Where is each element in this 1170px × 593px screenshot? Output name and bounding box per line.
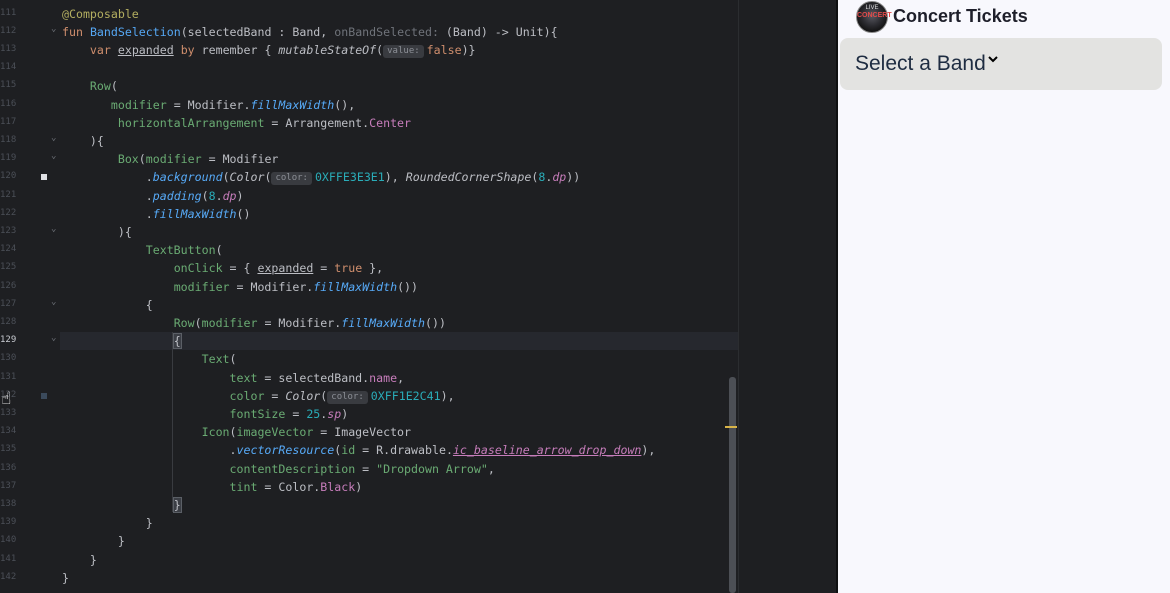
code-line[interactable]: fontSize = 25.sp) [62,405,349,423]
line-number: 120 [0,171,17,182]
line-number: 116 [0,98,17,109]
code-line[interactable]: ){ [62,132,104,150]
fold-chevron-icon[interactable]: ⌄ [51,224,56,234]
line-number: 124 [0,244,17,255]
code-line[interactable]: } [62,569,69,587]
line-number: 129 [0,335,17,346]
code-line[interactable]: .fillMaxWidth() [62,205,251,223]
code-line[interactable]: Box(modifier = Modifier [62,150,279,168]
code-line[interactable]: color = Color(color: 0XFF1E2C41), [62,387,455,405]
color-swatch-icon [41,174,47,181]
code-line[interactable]: onClick = { expanded = true }, [62,259,383,277]
fold-chevron-icon[interactable]: ⌄ [51,24,56,34]
line-number: 137 [0,480,17,491]
code-line[interactable]: fun BandSelection(selectedBand : Band, o… [62,23,558,41]
scrollbar-warning-marker [725,426,737,428]
code-line[interactable]: } [62,532,125,550]
line-number: 117 [0,116,17,127]
hand-cursor-icon: ☝ [1,389,12,409]
line-number: 140 [0,535,17,546]
line-number: 133 [0,407,17,418]
band-label: Select a Band [855,52,986,75]
color-swatch-icon [41,392,47,399]
code-line[interactable]: } [62,551,97,569]
code-line[interactable]: ){ [62,223,132,241]
code-line[interactable]: TextButton( [62,241,223,259]
fold-chevron-icon[interactable]: ⌄ [51,297,56,307]
line-number: 136 [0,462,17,473]
code-line[interactable]: .vectorResource(id = R.drawable.ic_basel… [62,441,656,459]
line-number: 131 [0,371,17,382]
editor-scrollbar[interactable] [729,377,736,593]
line-number: 121 [0,189,17,200]
code-line[interactable]: Row(modifier = Modifier.fillMaxWidth()) [62,314,446,332]
line-number: 130 [0,353,17,364]
line-number: 127 [0,298,17,309]
code-editor[interactable]: 111 112 ⌄ 113 114 115 116 117 118 ⌄ 119 ⌄ 120 121 122 1… [0,0,836,593]
logo-top-text: LIVE [865,5,879,11]
app-preview: LIVE CONCERT Concert Tickets Select a Ba… [836,0,1170,593]
line-number: 118 [0,134,17,145]
line-number: 111 [0,7,17,18]
code-line[interactable]: @Composable [62,5,139,23]
code-line[interactable]: .background(Color(color: 0XFFE3E3E1), Rou… [62,168,580,186]
line-number: 119 [0,153,17,164]
code-line[interactable]: Row( [62,77,118,95]
code-line[interactable]: var expanded by remember { mutableStateO… [62,41,476,59]
app-title: Concert Tickets [893,6,1028,26]
line-number: 134 [0,426,17,437]
code-area[interactable]: @Composable fun BandSelection(selectedBan… [62,0,738,593]
editor-right-margin [738,0,739,593]
code-line[interactable]: modifier = Modifier.fillMaxWidth(), [62,96,355,114]
line-number: 125 [0,262,17,273]
line-number: 139 [0,517,17,528]
code-line[interactable]: tint = Color.Black) [62,478,363,496]
line-number: 122 [0,207,17,218]
code-line[interactable]: text = selectedBand.name, [62,369,405,387]
code-line[interactable]: horizontalArrangement = Arrangement.Cent… [62,114,411,132]
code-line[interactable]: Text( [62,350,237,368]
concert-logo-icon: LIVE CONCERT [856,1,892,33]
code-line[interactable]: } [62,514,153,532]
fold-chevron-icon[interactable]: ⌄ [51,333,56,343]
line-number: 126 [0,280,17,291]
band-selection-box: Select a Band [840,38,1162,90]
line-number: 141 [0,553,17,564]
line-number: 138 [0,498,17,509]
line-number: 112 [0,25,17,36]
indent-guide [172,332,173,512]
line-number: 142 [0,571,17,582]
line-number: 114 [0,62,17,73]
line-number: 115 [0,80,17,91]
code-line[interactable]: { [62,332,182,350]
fold-chevron-icon[interactable]: ⌄ [51,151,56,161]
code-line[interactable]: { [62,296,153,314]
code-line[interactable]: .padding(8.dp) [62,187,244,205]
code-line[interactable]: Icon(imageVector = ImageVector [62,423,411,441]
line-number: 113 [0,43,17,54]
code-line[interactable]: modifier = Modifier.fillMaxWidth()) [62,278,418,296]
dropdown-arrow-icon [988,56,998,63]
logo-text: CONCERT [857,12,892,19]
line-number: 128 [0,316,17,327]
code-line[interactable]: } [62,496,182,514]
line-number: 123 [0,225,17,236]
line-number: 135 [0,444,17,455]
fold-chevron-icon[interactable]: ⌄ [51,133,56,143]
code-line[interactable]: contentDescription = "Dropdown Arrow", [62,460,495,478]
